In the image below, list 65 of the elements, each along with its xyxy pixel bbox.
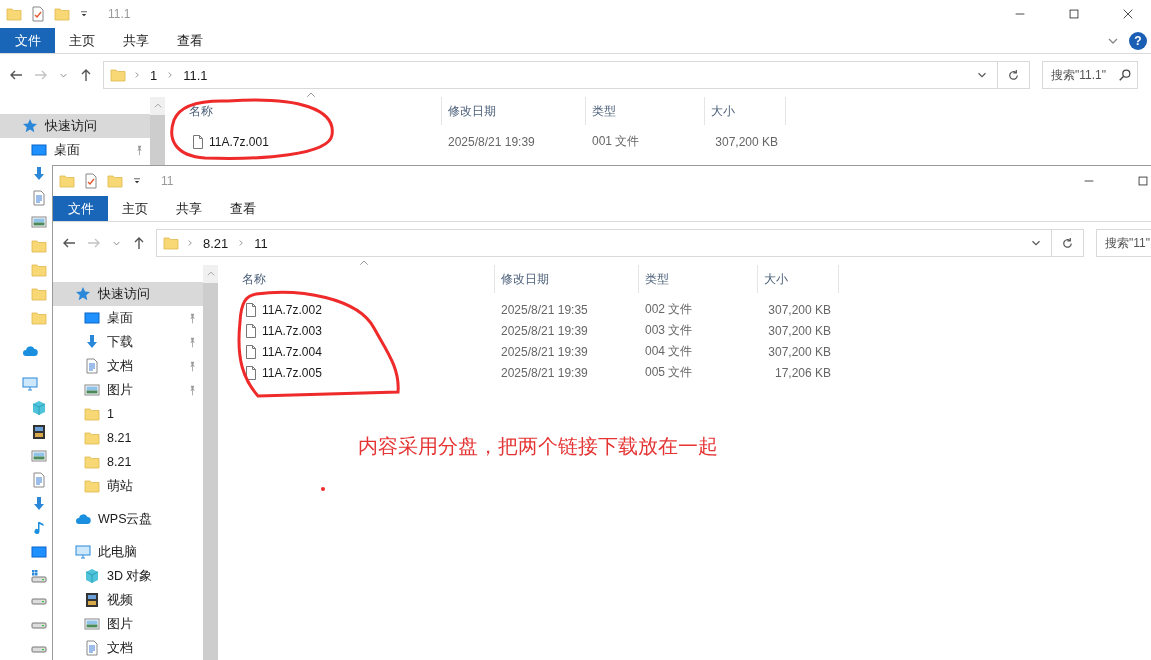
sidebar-item[interactable]: 文档 — [53, 354, 203, 378]
sidebar-item[interactable]: 图片 — [53, 612, 203, 636]
ribbon-tab[interactable]: 查看 — [216, 196, 270, 221]
ribbon-tab[interactable]: 查看 — [163, 28, 217, 53]
date-cell-text: 2025/8/21 19:39 — [500, 365, 589, 380]
size-cell-text: 307,200 KB — [714, 134, 779, 149]
ribbon-tab[interactable]: 主页 — [108, 196, 162, 221]
sidebar-item[interactable]: 此电脑 — [53, 540, 203, 564]
search-field[interactable]: 搜索"11" — [1096, 229, 1151, 257]
type-cell-text: 003 文件 — [644, 322, 694, 339]
breadcrumb[interactable]: 1 — [148, 67, 160, 83]
sidebar-item[interactable]: 1 — [53, 402, 203, 426]
size-cell-text: 307,200 KB — [767, 302, 832, 317]
file-name[interactable]: 11A.7z.002 — [262, 302, 322, 317]
file-name[interactable]: 11A.7z.005 — [262, 365, 322, 380]
type-cell-text: 002 文件 — [644, 301, 694, 318]
sidebar-item[interactable]: 8.21 — [53, 426, 203, 450]
type-cell-text: 005 文件 — [644, 364, 694, 381]
sidebar-item[interactable]: 桌面 — [53, 306, 203, 330]
ribbon-tab[interactable]: 共享 — [109, 28, 163, 53]
date-cell-text: 2025/8/21 19:39 — [447, 134, 536, 149]
column-header[interactable]: 大小 — [758, 265, 839, 293]
column-header[interactable]: 名称 — [165, 97, 442, 125]
sidebar-item[interactable]: WPS云盘 — [53, 507, 203, 531]
sidebar-item[interactable]: 快速访问 — [53, 282, 203, 306]
search-field[interactable]: 搜索"11.1" — [1042, 61, 1138, 89]
breadcrumb[interactable]: 11 — [252, 235, 270, 251]
type-cell-text: 001 文件 — [591, 133, 641, 150]
date-cell-text: 2025/8/21 19:39 — [500, 344, 589, 359]
sidebar-item[interactable]: 萌站 — [53, 474, 203, 498]
file-name[interactable]: 11A.7z.004 — [262, 344, 322, 359]
breadcrumb[interactable]: 8.21 — [201, 235, 231, 251]
column-header[interactable]: 类型 — [586, 97, 705, 125]
date-cell-text: 2025/8/21 19:35 — [500, 302, 589, 317]
help-button[interactable]: ? — [1129, 31, 1147, 50]
file-name[interactable]: 11A.7z.001 — [209, 134, 269, 149]
sidebar-item[interactable]: 3D 对象 — [53, 564, 203, 588]
file-menu-tab[interactable]: 文件 — [0, 28, 55, 53]
sidebar-item[interactable]: 图片 — [53, 378, 203, 402]
sidebar-item[interactable]: 下载 — [53, 330, 203, 354]
sidebar-item[interactable]: 8.21 — [53, 450, 203, 474]
window-title: 11 — [161, 174, 174, 188]
sidebar-item[interactable]: 桌面 — [0, 138, 150, 162]
breadcrumb[interactable]: 11.1 — [181, 67, 210, 83]
size-cell-text: 17,206 KB — [773, 365, 832, 380]
annotation-note: 内容采用分盘，把两个链接下载放在一起 — [358, 434, 718, 459]
column-header[interactable]: 大小 — [705, 97, 786, 125]
address-bar[interactable]: 8.21 11 — [156, 229, 1052, 257]
window-title: 11.1 — [108, 7, 131, 21]
column-header[interactable]: 名称 — [218, 265, 495, 293]
size-cell-text: 307,200 KB — [767, 323, 832, 338]
file-menu-tab[interactable]: 文件 — [53, 196, 108, 221]
sidebar-item[interactable]: 视频 — [53, 588, 203, 612]
ribbon-tab[interactable]: 主页 — [55, 28, 109, 53]
column-header[interactable]: 类型 — [639, 265, 758, 293]
column-header[interactable]: 修改日期 — [495, 265, 639, 293]
ribbon-tab[interactable]: 共享 — [162, 196, 216, 221]
type-cell-text: 004 文件 — [644, 343, 694, 360]
sidebar-item[interactable]: 文档 — [53, 636, 203, 660]
file-name[interactable]: 11A.7z.003 — [262, 323, 322, 338]
sidebar-item[interactable]: 快速访问 — [0, 114, 150, 138]
date-cell-text: 2025/8/21 19:39 — [500, 323, 589, 338]
column-header[interactable]: 修改日期 — [442, 97, 586, 125]
size-cell-text: 307,200 KB — [767, 344, 832, 359]
address-bar[interactable]: 1 11.1 — [103, 61, 998, 89]
